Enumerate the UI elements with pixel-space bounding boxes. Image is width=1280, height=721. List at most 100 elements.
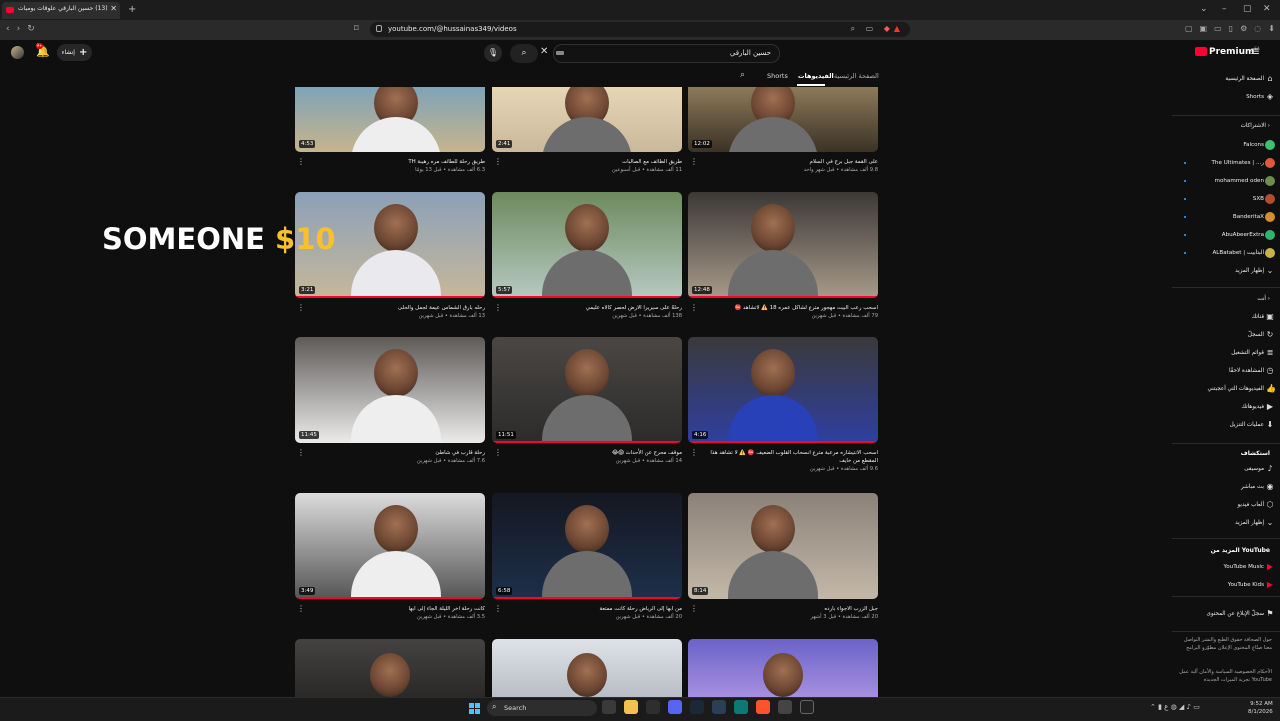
sidebar-item-shorts[interactable]: Shorts — [1246, 94, 1264, 100]
video-thumbnail[interactable]: 4:53 — [295, 87, 485, 152]
video-card[interactable]: 4:16 اسحب الانتيشاره مرعبة مترع انسحاب ال… — [688, 337, 878, 477]
clear-search-icon[interactable]: ✕ — [540, 46, 548, 57]
video-title[interactable]: اسحب رعب البيت مهجور مترع لشاكل عمره 18 … — [698, 304, 878, 312]
video-thumbnail[interactable] — [688, 639, 878, 697]
you-header[interactable]: أنت › — [1257, 296, 1270, 302]
you-item[interactable]: المشاهدة لاحقًا — [1229, 368, 1264, 374]
video-menu-icon[interactable]: ⋮ — [494, 448, 502, 457]
voice-search-button[interactable]: 🎙 — [484, 44, 502, 62]
explore-item[interactable]: ألعاب فيديو — [1238, 502, 1264, 508]
video-title[interactable]: رحلةً على سيريرا الارض لحصر كالاه عليمي — [502, 304, 682, 312]
new-tab-button[interactable]: + — [128, 4, 136, 15]
reload-icon[interactable]: ↻ — [27, 24, 42, 34]
channel-search-icon[interactable]: ⌕ — [740, 70, 745, 80]
taskbar-clock[interactable]: 9:52 AM 8/1/2026 — [1248, 700, 1273, 716]
video-title[interactable]: موقف محرج عن الأحداث 😱😂 — [502, 449, 682, 457]
bookmark-icon[interactable]: ⌑ — [354, 24, 359, 34]
nav-buttons[interactable]: ‹›↻ — [6, 24, 42, 34]
video-menu-icon[interactable]: ⋮ — [297, 303, 305, 312]
close-window-icon[interactable]: ✕ — [1263, 4, 1271, 14]
video-thumbnail[interactable]: 5:57 — [492, 192, 682, 298]
file-explorer-icon[interactable] — [624, 700, 638, 714]
video-title[interactable]: على القمة جبل برج في السلام — [698, 158, 878, 166]
more-youtube-item[interactable]: YouTube Music — [1224, 564, 1264, 570]
video-title[interactable]: كانت رحلة اخر الليلة الجاء إلى ابها — [305, 605, 485, 613]
you-item[interactable]: الفيديوهات التي أعجبتني — [1208, 386, 1264, 392]
video-menu-icon[interactable]: ⋮ — [494, 303, 502, 312]
video-thumbnail[interactable]: 8:14 — [688, 493, 878, 599]
video-card-partial[interactable] — [688, 639, 878, 697]
video-title[interactable]: من ابها إلى الرياض رحلة كانت ممتعة — [502, 605, 682, 613]
subscription-item[interactable]: BanderitaX — [1233, 214, 1264, 220]
extension-icons[interactable]: ▢▣▭▯⚙◌⬇ — [1185, 24, 1280, 33]
subscription-item[interactable]: SXB — [1253, 196, 1264, 202]
menu-icon[interactable]: ≡ — [1250, 44, 1260, 58]
you-item[interactable]: عمليات التنزيل — [1230, 422, 1264, 428]
subscription-item[interactable]: The Ultimates | ...ر — [1212, 160, 1264, 166]
taskbar-search[interactable]: ⌕ Search — [487, 700, 597, 716]
windows-start-icon[interactable] — [469, 703, 480, 714]
video-thumbnail[interactable]: 12:02 — [688, 87, 878, 152]
video-menu-icon[interactable]: ⋮ — [297, 604, 305, 613]
video-thumbnail[interactable]: 4:16 — [688, 337, 878, 443]
system-tray[interactable]: ⌃ ▮ ع ◍ ◢ ♪ ▭ — [1150, 703, 1200, 711]
forward-icon[interactable]: › — [17, 24, 28, 34]
video-card[interactable]: 5:57 رحلةً على سيريرا الارض لحصر كالاه عل… — [492, 192, 682, 332]
video-card[interactable]: 3:49 كانت رحلة اخر الليلة الجاء إلى ابها 3… — [295, 493, 485, 633]
video-thumbnail[interactable] — [492, 639, 682, 697]
tab-shorts[interactable]: Shorts — [767, 72, 788, 80]
account-avatar[interactable] — [11, 46, 24, 59]
keyboard-icon[interactable] — [556, 51, 564, 55]
explore-item[interactable]: إظهار المزيد — [1235, 520, 1264, 526]
sidebar-item-home[interactable]: الصفحة الرئيسية — [1225, 76, 1264, 82]
video-title[interactable]: طريق رحلة للطائف مره رهيبة TH — [305, 158, 485, 166]
video-menu-icon[interactable]: ⋮ — [494, 604, 502, 613]
epic-games-icon[interactable] — [800, 700, 814, 714]
video-thumbnail[interactable]: 2:41 — [492, 87, 682, 152]
video-menu-icon[interactable]: ⋮ — [690, 157, 698, 166]
brave-browser-icon[interactable] — [756, 700, 770, 714]
video-card[interactable]: 11:45 رحلة قارب في شاطئ 7.6 ألف مشاهدة • ق… — [295, 337, 485, 477]
search-button[interactable]: ⌕ — [510, 44, 538, 63]
sidebar-show-more[interactable]: إظهار المزيد — [1235, 268, 1264, 274]
more-youtube-item[interactable]: YouTube Kids — [1228, 582, 1264, 588]
settings-icon[interactable] — [646, 700, 660, 714]
video-card-partial[interactable] — [295, 639, 485, 697]
minimize-icon[interactable]: – — [1222, 4, 1227, 14]
url-bar[interactable]: youtube.com/@hussainas349/videos ⌕ ▭ ◆▲ — [370, 22, 910, 37]
url-text[interactable]: youtube.com/@hussainas349/videos — [388, 25, 517, 33]
steam-icon[interactable] — [690, 700, 704, 714]
video-card[interactable]: 6:58 من ابها إلى الرياض رحلة كانت ممتعة 20… — [492, 493, 682, 633]
task-view-icon[interactable] — [602, 700, 616, 714]
video-title[interactable]: طريق الطائف مع الصالبات — [502, 158, 682, 166]
video-menu-icon[interactable]: ⋮ — [494, 157, 502, 166]
video-title[interactable]: اسحب الانتيشاره مرعبة مترع انسحاب القلوب… — [698, 449, 878, 465]
video-thumbnail[interactable]: 11:45 — [295, 337, 485, 443]
you-item[interactable]: قناتك — [1252, 314, 1264, 320]
video-thumbnail[interactable]: 3:49 — [295, 493, 485, 599]
video-thumbnail[interactable]: 12:48 — [688, 192, 878, 298]
url-actions[interactable]: ⌕ ▭ ◆▲ — [851, 24, 904, 34]
video-menu-icon[interactable]: ⋮ — [690, 303, 698, 312]
video-card[interactable]: 11:51 موقف محرج عن الأحداث 😱😂 14 ألف مشاهد… — [492, 337, 682, 477]
explore-item[interactable]: بث مباشر — [1241, 484, 1264, 490]
browser-tab[interactable]: (13) حسين البارقي علوقات يوميات ✕ — [2, 2, 120, 19]
video-thumbnail[interactable]: 11:51 — [492, 337, 682, 443]
tab-close-icon[interactable]: ✕ — [110, 4, 117, 13]
app-icon[interactable] — [712, 700, 726, 714]
maximize-icon[interactable]: ▢ — [1243, 4, 1252, 14]
back-icon[interactable]: ‹ — [6, 24, 17, 34]
subscription-item[interactable]: Falcons — [1243, 142, 1264, 148]
video-card[interactable]: 12:48 اسحب رعب البيت مهجور مترع لشاكل عمر… — [688, 192, 878, 332]
tab-home[interactable]: الصفحة الرئيسية — [834, 72, 879, 80]
video-title[interactable]: رحلة قارب في شاطئ — [305, 449, 485, 457]
video-title[interactable]: جبل الزرب الاجواء بارده — [698, 605, 878, 613]
video-menu-icon[interactable]: ⋮ — [690, 604, 698, 613]
video-menu-icon[interactable]: ⋮ — [297, 157, 305, 166]
footer-links-2[interactable]: الأحكام الخصوصية السياسة والأمان آلية عم… — [1177, 669, 1272, 684]
explore-item[interactable]: موسيقى — [1244, 466, 1264, 472]
video-thumbnail[interactable] — [295, 639, 485, 697]
search-query[interactable]: حسين البارقي — [730, 49, 771, 57]
video-card[interactable]: 3:21 رحله بارق الشماس عيمة لجمل والحلى 13 … — [295, 192, 485, 332]
search-input[interactable]: حسين البارقي — [553, 44, 780, 63]
